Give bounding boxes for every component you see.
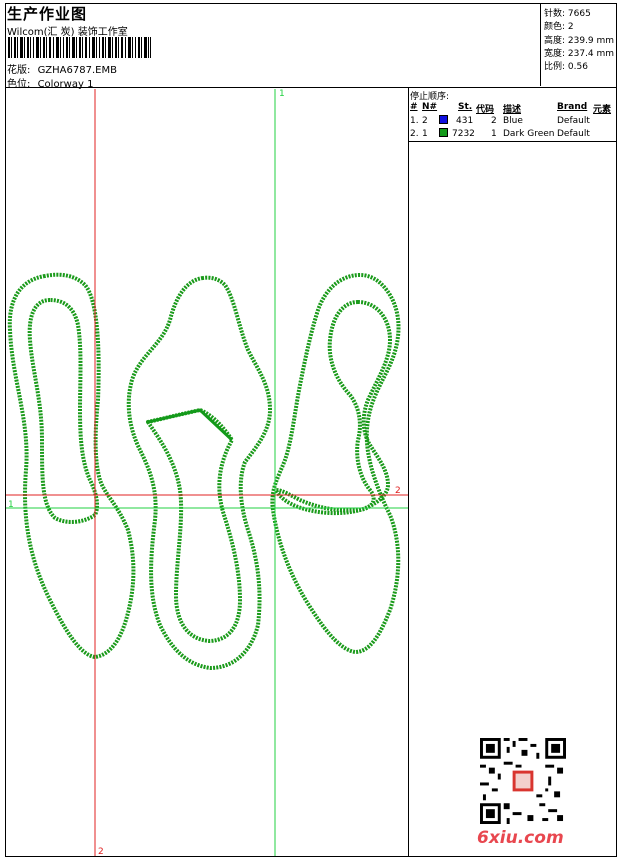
guide-green-v-label: 1: [279, 89, 285, 99]
col-stitches: St.: [458, 102, 473, 112]
row-description: Dark Green: [503, 129, 555, 139]
col-element: 元素: [593, 105, 612, 115]
stitch-count: 针数: 7665: [544, 9, 591, 19]
row-code: 1: [491, 129, 497, 139]
barcode: [8, 37, 151, 58]
color-count: 颜色: 2: [544, 22, 574, 32]
row-index: 2.: [410, 129, 419, 139]
design-scale: 比例: 0.56: [544, 62, 588, 72]
guide-red-v-label: 2: [98, 847, 104, 856]
right-inner-loop: [274, 300, 392, 516]
row-needle: 2: [422, 116, 428, 126]
qr-code: [480, 738, 566, 824]
guide-green-h-label: 1: [8, 500, 14, 510]
center-inner-loop: [146, 408, 242, 643]
left-inner-loop: [27, 298, 100, 524]
col-description: 描述: [503, 105, 522, 115]
studio-name: Wilcom(汇 炭) 装饰工作室: [7, 27, 128, 38]
col-needle: N#: [422, 102, 438, 112]
design-width: 宽度: 237.4 mm: [544, 49, 615, 59]
col-hash: #: [410, 102, 418, 112]
page-title: 生产作业图: [7, 5, 88, 23]
design-height: 高度: 239.9 mm: [544, 36, 615, 46]
table-bottom-rule: [408, 141, 617, 142]
stitch-outlines: [7, 272, 401, 670]
blue-start-marker: [147, 408, 234, 442]
row-brand: Default: [557, 129, 590, 139]
color-swatch-blue: [439, 115, 448, 124]
row-description: Blue: [503, 116, 523, 126]
header-divider: [5, 87, 617, 88]
row-needle: 1: [422, 129, 428, 139]
design-file-line: 花版: GZHA6787.EMB: [7, 61, 117, 76]
guide-red-h-label: 2: [395, 486, 401, 496]
row-brand: Default: [557, 116, 590, 126]
panel-divider: [408, 88, 409, 856]
right-outer-outline: [270, 273, 401, 654]
center-outer-outline: [126, 275, 272, 670]
color-swatch-green: [439, 128, 448, 137]
col-code: 代码: [476, 105, 495, 115]
embroidery-design-canvas: 2 2 1 1: [6, 89, 408, 856]
row-stitches: 7232: [452, 129, 475, 139]
col-brand: Brand: [557, 102, 588, 112]
stop-sequence-heading: 停止顺序:: [410, 92, 450, 102]
row-index: 1.: [410, 116, 419, 126]
stats-box: 针数: 7665 颜色: 2 高度: 239.9 mm 宽度: 237.4 mm…: [540, 3, 617, 86]
watermark-logo: 6xiu.com: [477, 828, 564, 848]
row-stitches: 431: [456, 116, 474, 126]
row-code: 2: [491, 116, 497, 126]
